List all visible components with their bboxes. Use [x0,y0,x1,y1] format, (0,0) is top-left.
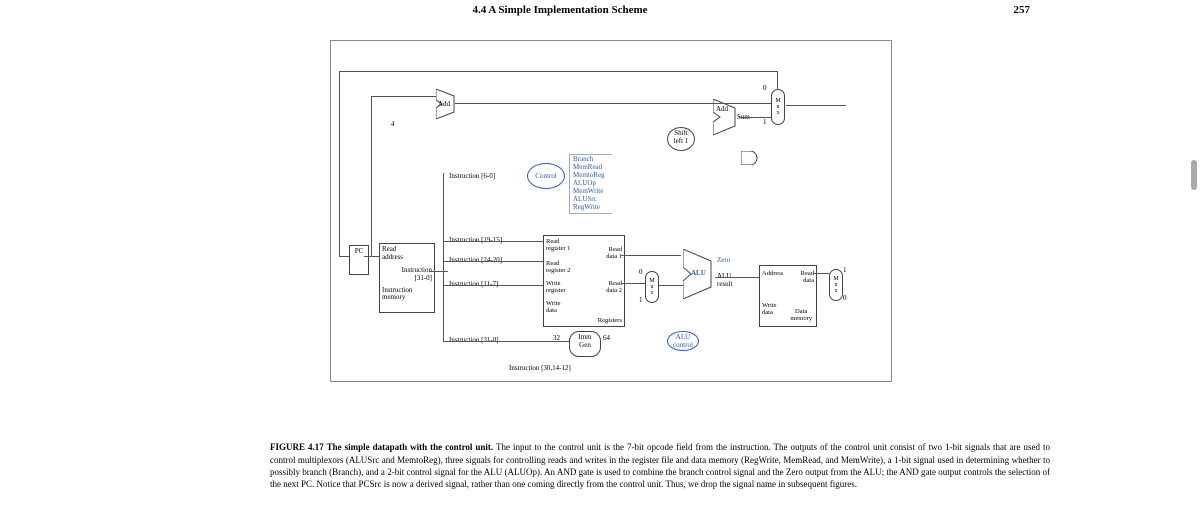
alu-result-label: ALU result [717,273,733,288]
instr-30-14-12-label: Instruction [30,14-12] [509,365,571,373]
imm-64-label: 64 [603,335,610,343]
mux-mid-0: 0 [639,269,643,277]
datapath-diagram: PC Read address Instruction [31-0] Instr… [330,40,892,382]
shift-left-block: Shift left 1 [667,127,695,151]
zero-label: Zero [717,257,730,265]
mux-top-0: 0 [763,85,767,93]
figure-caption: FIGURE 4.17 The simple datapath with the… [270,441,1050,490]
add-pc4-block: Add [436,89,462,119]
instruction-memory-label: Instruction memory [382,287,432,302]
mux-pcsrc: M u x [771,89,785,125]
page-number: 257 [1014,4,1031,16]
mux-top-1: 1 [763,119,767,127]
mux-right-1: 1 [843,267,847,275]
mux-alusrc: M u x [645,271,659,303]
const-4-label: 4 [391,121,395,129]
section-title: 4.4 A Simple Implementation Scheme [472,4,647,16]
alu-control-block: ALU control [667,331,699,351]
caption-lead: FIGURE 4.17 The simple datapath with the… [270,442,493,452]
page-header: 4.4 A Simple Implementation Scheme 257 [0,4,1200,16]
imm-gen-block: Imm Gen [569,331,601,357]
instr-6-0-label: Instruction [6-0] [449,173,495,181]
scrollbar-thumb[interactable] [1191,160,1197,190]
alu-block: ALU [683,249,719,299]
page: 4.4 A Simple Implementation Scheme 257 P… [0,0,1200,508]
pc-block: PC [349,245,369,275]
read-address-label: Read address [382,246,432,261]
control-block: Control [527,163,565,189]
registers-block: Read register 1 Read register 2 Write re… [543,235,625,327]
instruction-field-label: Instruction [31-0] [382,267,432,282]
mux-memtoreg: M u x [829,269,843,301]
mux-right-0: 0 [843,295,847,303]
mux-mid-1: 1 [639,297,643,305]
and-gate [741,151,759,165]
instruction-memory-block: Read address Instruction [31-0] Instruct… [379,243,435,313]
data-memory-block: Address Read data Write data Data memory [759,265,817,327]
